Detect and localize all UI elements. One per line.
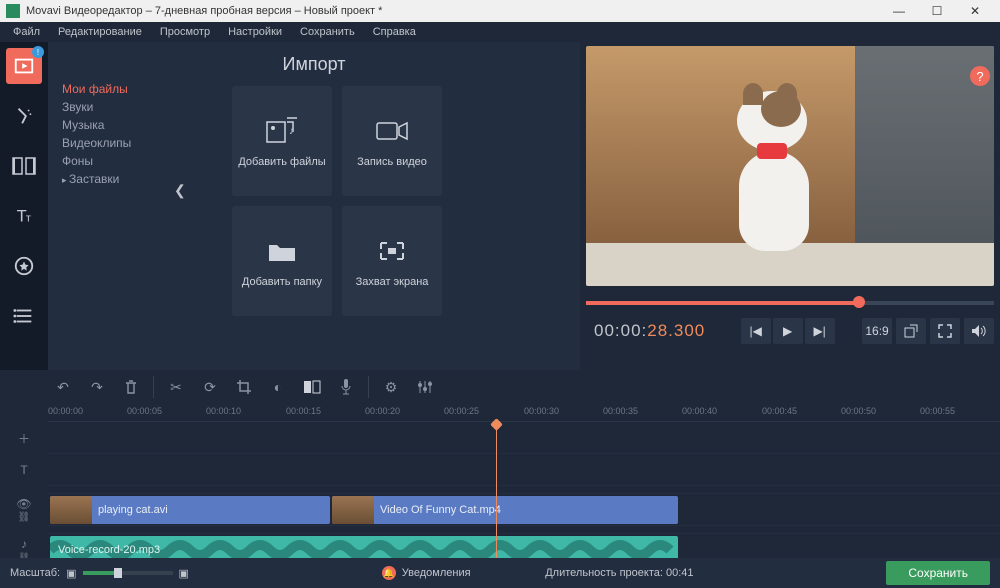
aspect-ratio-button[interactable]: 16:9 xyxy=(862,318,892,344)
menu-file[interactable]: Файл xyxy=(4,26,49,38)
close-button[interactable]: ✕ xyxy=(956,4,994,18)
menu-help[interactable]: Справка xyxy=(364,26,425,38)
zoom-out-icon[interactable]: ▣ xyxy=(66,567,76,580)
redo-button[interactable]: ↷ xyxy=(82,373,112,401)
voiceover-button[interactable] xyxy=(331,373,361,401)
add-files-icon: ♪ xyxy=(265,114,299,148)
play-button[interactable]: ▶ xyxy=(773,318,803,344)
transition-wizard-button[interactable] xyxy=(297,373,327,401)
playhead[interactable] xyxy=(496,422,497,566)
add-folder-card[interactable]: Добавить папку xyxy=(232,206,332,316)
crop-button[interactable] xyxy=(229,373,259,401)
more-tool[interactable] xyxy=(6,298,42,334)
timeline: 00:00:00 00:00:05 00:00:10 00:00:15 00:0… xyxy=(0,404,1000,554)
add-files-card[interactable]: ♪ Добавить файлы xyxy=(232,86,332,196)
maximize-button[interactable]: ☐ xyxy=(918,4,956,18)
import-panel: Импорт Мои файлы Звуки Музыка Видеоклипы… xyxy=(48,42,580,370)
help-button[interactable]: ? xyxy=(970,66,990,86)
badge-icon: ! xyxy=(32,46,44,58)
add-track-button[interactable]: ＋ xyxy=(0,422,48,454)
video-clip-2[interactable]: Video Of Funny Cat.mp4 xyxy=(332,496,678,524)
nav-sounds[interactable]: Звуки xyxy=(62,98,176,116)
clip-label: playing cat.avi xyxy=(98,504,168,516)
rotate-button[interactable]: ⟳ xyxy=(195,373,225,401)
zoom-in-icon[interactable]: ▣ xyxy=(179,567,189,580)
title-track-icon[interactable]: T xyxy=(0,454,48,486)
color-button[interactable]: ◐ xyxy=(263,373,293,401)
clip-label: Voice-record-20.mp3 xyxy=(50,544,160,556)
record-video-card[interactable]: Запись видео xyxy=(342,86,442,196)
screen-capture-label: Захват экрана xyxy=(356,276,429,288)
left-toolbar: ! Tᴛ xyxy=(0,42,48,370)
status-bar: Масштаб: ▣ ▣ 🔔 Уведомления Длительность … xyxy=(0,558,1000,588)
prev-frame-button[interactable]: |◀ xyxy=(741,318,771,344)
notifications-label: Уведомления xyxy=(402,567,471,579)
minimize-button[interactable]: — xyxy=(880,4,918,18)
nav-music[interactable]: Музыка xyxy=(62,116,176,134)
menu-settings[interactable]: Настройки xyxy=(219,26,291,38)
timeline-ruler[interactable]: 00:00:00 00:00:05 00:00:10 00:00:15 00:0… xyxy=(48,404,1000,422)
preview-scrubber[interactable] xyxy=(586,292,994,314)
add-folder-label: Добавить папку xyxy=(242,276,322,288)
properties-button[interactable]: ⚙ xyxy=(376,373,406,401)
nav-intros[interactable]: Заставки xyxy=(62,170,176,188)
app-icon xyxy=(6,4,20,18)
edit-toolbar: ↶ ↷ ✂ ⟳ ◐ ⚙ xyxy=(0,370,1000,404)
sliders-button[interactable] xyxy=(410,373,440,401)
stickers-tool[interactable] xyxy=(6,248,42,284)
delete-button[interactable] xyxy=(116,373,146,401)
transitions-tool[interactable] xyxy=(6,148,42,184)
preview-panel: ? 00:00:28.300 |◀ ▶ ▶| 16:9 xyxy=(580,42,1000,370)
record-video-icon xyxy=(375,114,409,148)
video-clip-1[interactable]: playing cat.avi xyxy=(50,496,330,524)
svg-text:♪: ♪ xyxy=(289,126,294,137)
titles-tool[interactable]: Tᴛ xyxy=(6,198,42,234)
zoom-label: Масштаб: xyxy=(10,567,60,579)
nav-videoclips[interactable]: Видеоклипы xyxy=(62,134,176,152)
volume-button[interactable] xyxy=(964,318,994,344)
screen-capture-card[interactable]: Захват экрана xyxy=(342,206,442,316)
nav-backgrounds[interactable]: Фоны xyxy=(62,152,176,170)
next-frame-button[interactable]: ▶| xyxy=(805,318,835,344)
menu-view[interactable]: Просмотр xyxy=(151,26,219,38)
nav-my-files[interactable]: Мои файлы xyxy=(62,80,176,98)
duration-label: Длительность проекта: 00:41 xyxy=(545,567,693,579)
bell-icon: 🔔 xyxy=(382,566,396,580)
notifications-button[interactable]: 🔔 Уведомления xyxy=(382,566,471,580)
screen-capture-icon xyxy=(377,234,407,268)
timecode: 00:00:28.300 xyxy=(586,321,713,341)
preview-video[interactable] xyxy=(586,46,994,286)
clip-label: Video Of Funny Cat.mp4 xyxy=(380,504,501,516)
detach-button[interactable] xyxy=(896,318,926,344)
zoom-control[interactable]: Масштаб: ▣ ▣ xyxy=(10,567,189,580)
fullscreen-button[interactable] xyxy=(930,318,960,344)
collapse-nav-icon[interactable]: ❮ xyxy=(174,182,186,199)
menubar: Файл Редактирование Просмотр Настройки С… xyxy=(0,22,1000,42)
import-tool[interactable]: ! xyxy=(6,48,42,84)
record-video-label: Запись видео xyxy=(357,156,427,168)
svg-text:ᴛ: ᴛ xyxy=(26,213,31,225)
save-button[interactable]: Сохранить xyxy=(886,561,990,585)
menu-edit[interactable]: Редактирование xyxy=(49,26,151,38)
cut-button[interactable]: ✂ xyxy=(161,373,191,401)
filters-tool[interactable] xyxy=(6,98,42,134)
video-track[interactable]: playing cat.avi Video Of Funny Cat.mp4 xyxy=(48,494,1000,526)
track-spacer xyxy=(48,422,1000,454)
add-files-label: Добавить файлы xyxy=(238,156,325,168)
window-title: Movavi Видеоредактор – 7-дневная пробная… xyxy=(26,5,382,17)
undo-button[interactable]: ↶ xyxy=(48,373,78,401)
folder-icon xyxy=(267,234,297,268)
window-titlebar: Movavi Видеоредактор – 7-дневная пробная… xyxy=(0,0,1000,22)
menu-save[interactable]: Сохранить xyxy=(291,26,364,38)
title-track[interactable] xyxy=(48,454,1000,486)
video-track-icon[interactable]: 👁⛓ xyxy=(0,494,48,526)
